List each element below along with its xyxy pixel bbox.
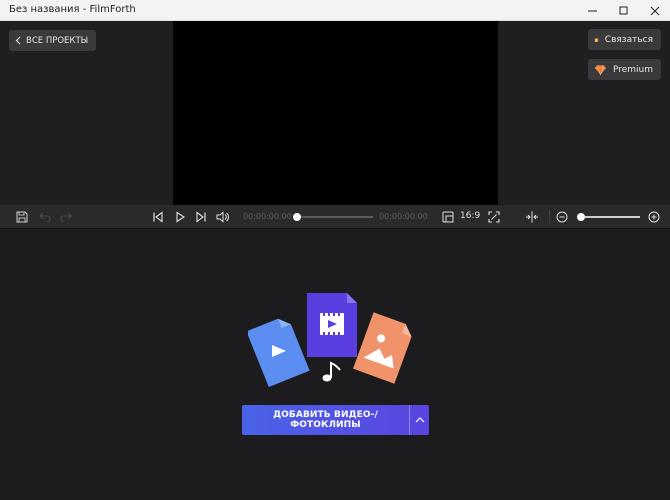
skip-back-icon (153, 211, 163, 223)
aspect-ratio-button[interactable] (441, 210, 455, 224)
fit-width-icon (526, 211, 538, 223)
zoom-in-button[interactable] (647, 210, 661, 224)
redo-icon (60, 212, 72, 222)
music-note-icon (322, 361, 341, 382)
fit-timeline-button[interactable] (524, 210, 540, 224)
toolbar-divider (549, 210, 550, 224)
aspect-ratio-icon (442, 211, 454, 223)
play-icon (176, 211, 186, 223)
timeline-area: ДОБАВИТЬ ВИДЕО-/ФОТОКЛИПЫ (0, 229, 670, 500)
all-projects-button[interactable]: ВСЕ ПРОЕКТЫ (9, 30, 97, 51)
volume-button[interactable] (215, 210, 231, 224)
all-projects-label: ВСЕ ПРОЕКТЫ (26, 35, 89, 46)
redo-button[interactable] (59, 210, 73, 224)
current-time: 00:00:00.00 (243, 212, 292, 221)
premium-label: Premium (612, 64, 653, 75)
undo-icon (39, 212, 51, 222)
chevron-up-icon (415, 417, 424, 423)
save-button[interactable] (15, 210, 29, 224)
contact-button[interactable]: Связаться (588, 29, 661, 50)
zoom-handle[interactable] (577, 213, 585, 221)
support-agent-icon (594, 37, 599, 42)
save-icon (16, 211, 28, 223)
add-media-label: ДОБАВИТЬ ВИДЕО-/ФОТОКЛИПЫ (273, 410, 378, 430)
title-bar: Без названия - FilmForth (0, 0, 670, 21)
add-media-dropdown-button[interactable] (410, 405, 429, 435)
film-file-icon (307, 293, 357, 357)
fullscreen-icon (488, 211, 500, 223)
minimize-button[interactable] (577, 0, 608, 21)
seek-bar[interactable] (297, 216, 373, 218)
aspect-ratio-value[interactable]: 16:9 (460, 211, 480, 221)
skip-forward-icon (196, 211, 206, 223)
diamond-icon (594, 64, 607, 75)
window-controls (577, 0, 670, 21)
previous-frame-button[interactable] (151, 210, 165, 224)
play-button[interactable] (173, 210, 187, 224)
maximize-button[interactable] (608, 0, 639, 21)
video-preview (173, 21, 498, 205)
close-icon (650, 6, 659, 15)
maximize-icon (619, 6, 627, 14)
seek-handle[interactable] (293, 213, 301, 221)
volume-icon (216, 211, 229, 223)
zoom-in-icon (648, 211, 660, 223)
undo-button[interactable] (38, 210, 52, 224)
zoom-out-icon (556, 211, 568, 223)
preview-area: ВСЕ ПРОЕКТЫ Связаться Premium (0, 21, 670, 205)
video-file-icon (248, 318, 310, 388)
image-file-icon (353, 312, 412, 384)
zoom-slider[interactable] (580, 216, 640, 218)
media-illustration (248, 293, 412, 388)
zoom-out-button[interactable] (555, 210, 569, 224)
playback-toolbar: 00:00:00.00 00:00:00.00 16:9 (0, 205, 670, 229)
add-media-button[interactable]: ДОБАВИТЬ ВИДЕО-/ФОТОКЛИПЫ (242, 405, 429, 435)
fullscreen-button[interactable] (487, 210, 501, 224)
total-time: 00:00:00.00 (379, 212, 428, 221)
contact-label: Связаться (604, 34, 653, 45)
next-frame-button[interactable] (194, 210, 208, 224)
close-button[interactable] (639, 0, 670, 21)
premium-button[interactable]: Premium (588, 59, 661, 80)
window-title: Без названия - FilmForth (9, 4, 136, 15)
minimize-icon (587, 10, 597, 11)
chevron-left-icon (15, 36, 21, 45)
